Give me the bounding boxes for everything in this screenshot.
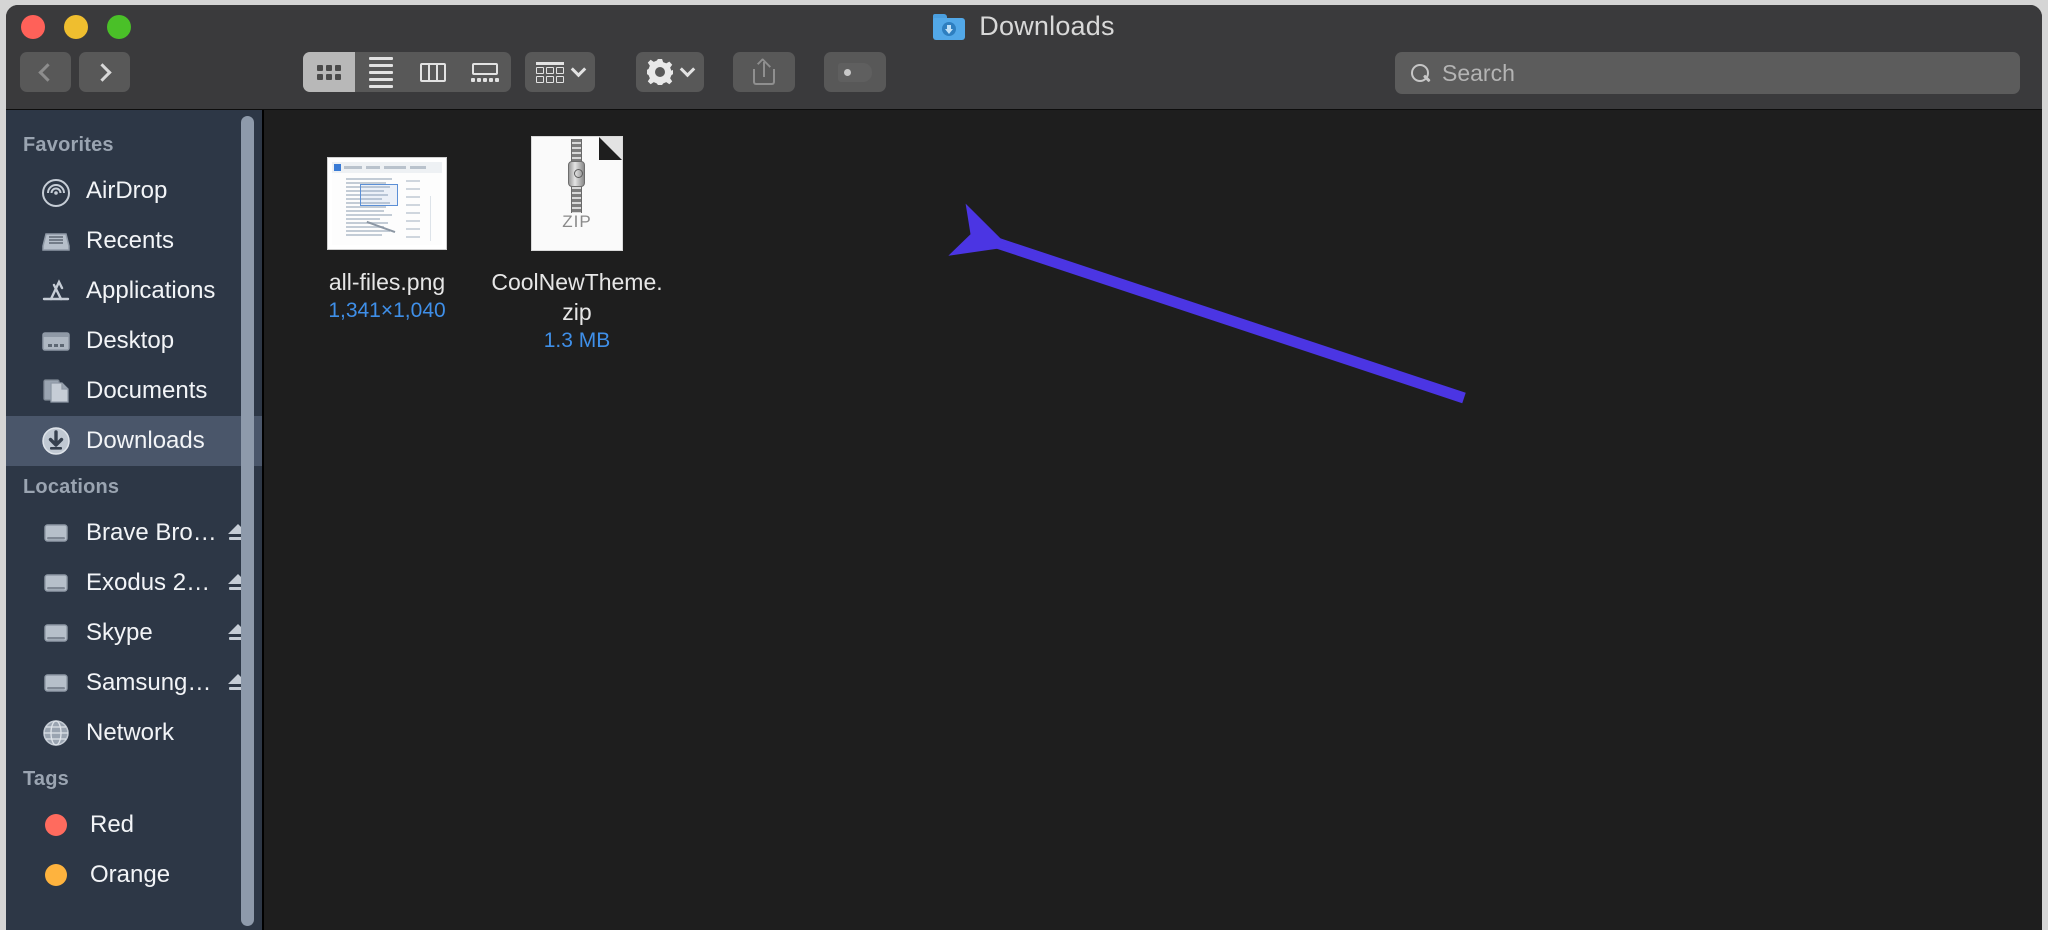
recents-icon [40,225,72,257]
red-tag-dot-icon [45,814,67,836]
file-grid: all-files.png 1,341×1,040 ZIP [292,128,672,353]
group-icon [536,62,564,83]
sidebar-item-exodus[interactable]: Exodus 2… [6,558,262,608]
sidebar-item-label: Orange [90,861,170,889]
group-by-button[interactable] [525,52,595,92]
back-button[interactable] [20,52,71,92]
png-thumbnail-icon [327,157,447,250]
orange-tag-dot-icon [45,864,67,886]
toolbar: Downloads [6,5,2042,110]
zip-file-icon: ZIP [532,137,622,250]
sidebar-item-label: Documents [86,377,207,405]
sidebar-item-documents[interactable]: Documents [6,366,262,416]
chevron-down-icon [680,62,696,78]
sidebar-item-label: Brave Bro… [86,519,214,547]
sidebar-item-label: Samsung… [86,669,211,697]
sidebar-item-skype[interactable]: Skype [6,608,262,658]
sidebar-item-label: Red [90,811,134,839]
share-button[interactable] [733,52,795,92]
search-icon [1411,64,1430,83]
columns-icon [420,63,446,82]
column-view-button[interactable] [407,52,459,92]
file-meta: 1.3 MB [544,329,611,353]
thumbnail-wrap: ZIP [532,132,622,250]
sidebar-item-samsung[interactable]: Samsung… [6,658,262,708]
window-title: Downloads [6,11,2042,42]
sidebar-item-label: Skype [86,619,153,647]
add-tag-button[interactable] [824,52,886,92]
zipper-graphic [567,139,586,213]
sidebar-item-tag-red[interactable]: Red [6,800,262,850]
chevron-down-icon [571,62,587,78]
sidebar-scrollbar[interactable] [241,116,254,926]
downloads-icon [40,425,72,457]
share-icon [753,59,775,85]
file-name: all-files.png [298,267,476,297]
file-browser-content[interactable]: all-files.png 1,341×1,040 ZIP [262,110,2042,930]
sidebar-section-header-locations: Locations [6,466,262,508]
window-body: Favorites AirDrop [6,110,2042,930]
drive-icon [40,667,72,699]
view-mode-segmented-control [303,52,511,92]
navigation-buttons [20,52,130,92]
sidebar-item-label: AirDrop [86,177,167,205]
zip-icon-label: ZIP [532,212,622,232]
sidebar-item-tag-orange[interactable]: Orange [6,850,262,900]
airdrop-icon [40,175,72,207]
list-view-button[interactable] [355,52,407,92]
gallery-icon [471,63,499,82]
sidebar-item-label: Network [86,719,174,747]
file-meta: 1,341×1,040 [328,299,445,323]
tag-icon [838,63,872,82]
sidebar-item-label: Downloads [86,427,205,455]
chevron-left-icon [38,63,56,81]
list-icon [369,57,393,88]
grid-icon [317,65,341,80]
sidebar-item-recents[interactable]: Recents [6,216,262,266]
sidebar-item-brave-browser[interactable]: Brave Bro… [6,508,262,558]
search-placeholder: Search [1442,60,1515,87]
sidebar-item-desktop[interactable]: Desktop [6,316,262,366]
downloads-folder-icon [933,14,965,40]
sidebar-item-label: Desktop [86,327,174,355]
network-icon [40,717,72,749]
finder-window: Downloads [6,5,2042,930]
gallery-view-button[interactable] [459,52,511,92]
search-field[interactable]: Search [1395,52,2020,94]
sidebar-item-label: Recents [86,227,174,255]
drive-icon [40,567,72,599]
chevron-right-icon [93,63,111,81]
file-name: CoolNewTheme.zip [488,267,666,327]
desktop-icon [40,325,72,357]
drive-icon [40,517,72,549]
sidebar-section-header-favorites: Favorites [6,124,262,166]
action-menu-button[interactable] [636,52,704,92]
sidebar: Favorites AirDrop [6,110,262,930]
sidebar-item-label: Applications [86,277,215,305]
sidebar-item-label: Exodus 2… [86,569,210,597]
forward-button[interactable] [79,52,130,92]
sidebar-section-header-tags: Tags [6,758,262,800]
documents-icon [40,375,72,407]
window-title-text: Downloads [979,11,1114,42]
applications-icon [40,275,72,307]
sidebar-item-applications[interactable]: Applications [6,266,262,316]
file-item-all-files-png[interactable]: all-files.png 1,341×1,040 [292,128,482,353]
file-item-coolnewtheme-zip[interactable]: ZIP CoolNewTheme.zip 1.3 MB [482,128,672,353]
icon-view-button[interactable] [303,52,355,92]
drive-icon [40,617,72,649]
sidebar-item-airdrop[interactable]: AirDrop [6,166,262,216]
sidebar-item-network[interactable]: Network [6,708,262,758]
thumbnail-wrap [327,132,447,250]
gear-icon [647,59,673,85]
sidebar-item-downloads[interactable]: Downloads [6,416,262,466]
